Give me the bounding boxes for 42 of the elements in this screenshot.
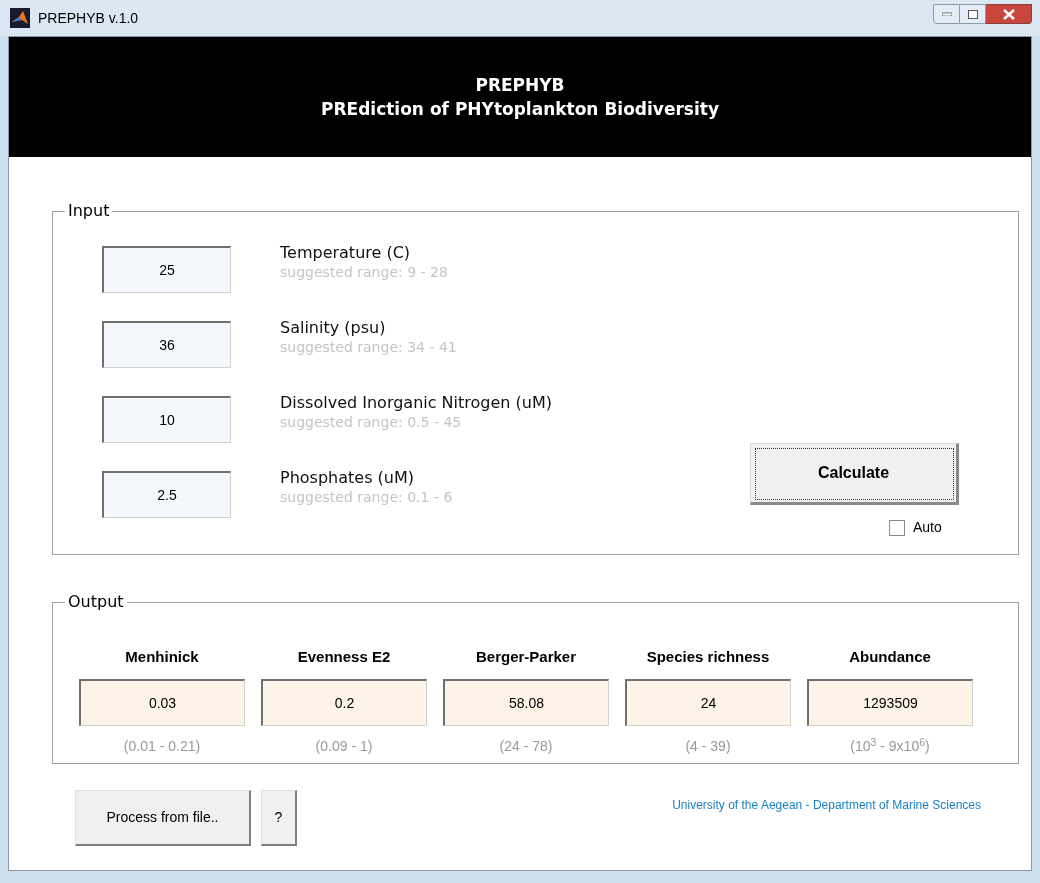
close-icon	[1002, 8, 1015, 20]
range-text: (24 - 78)	[499, 737, 553, 756]
range-text: (10$^{3}$ - 9x10$^{6}$)	[850, 736, 930, 756]
range-hint: suggested range: 0.5 - 45	[280, 414, 463, 430]
output-field: 0.03	[79, 679, 245, 726]
app-title: PREPHYB	[475, 74, 565, 97]
app-icon	[10, 8, 30, 28]
window-title: PREPHYB v.1.0	[38, 8, 139, 28]
range-text: (0.01 - 0.21)	[123, 737, 201, 756]
minimize-icon	[941, 12, 952, 16]
input-field[interactable]: 36	[102, 321, 231, 368]
maximize-icon	[967, 9, 978, 19]
range-text: (0.09 - 1)	[315, 737, 373, 756]
field-label: Temperature (C)	[280, 242, 412, 264]
output-field: 0.2	[261, 679, 427, 726]
app-subtitle: PREdiction of PHYtoplankton Biodiversity	[321, 98, 719, 121]
auto-checkbox[interactable]	[889, 519, 905, 536]
column-heading: Abundance	[849, 647, 931, 667]
range-hint: suggested range: 34 - 41	[280, 339, 457, 355]
process-file-button[interactable]: Process from file..	[75, 790, 251, 846]
output-field: 24	[625, 679, 791, 726]
column-heading: Evenness E2	[297, 647, 391, 667]
output-field: 58.08	[443, 679, 609, 726]
column-heading: Berger-Parker	[475, 647, 577, 667]
column-heading: Species richness	[646, 647, 770, 667]
range-text: (4 - 39)	[685, 737, 731, 756]
output-field: 1293509	[807, 679, 973, 726]
credit-link[interactable]: University of the Aegean - Department of Marine Sciences	[672, 796, 981, 814]
field-label: Dissolved Inorganic Nitrogen (uM)	[280, 392, 552, 414]
range-hint: suggested range: 9 - 28	[280, 264, 448, 280]
column-heading: Menhinick	[125, 647, 199, 667]
close-button[interactable]	[986, 4, 1032, 24]
auto-label: Auto	[913, 518, 942, 537]
calculate-button[interactable]: Calculate	[750, 443, 959, 505]
field-label: Salinity (psu)	[280, 317, 387, 339]
field-label: Phosphates (uM)	[280, 467, 415, 489]
maximize-button[interactable]	[960, 4, 986, 24]
input-field[interactable]: 10	[102, 396, 231, 443]
input-field[interactable]: 25	[102, 246, 231, 293]
input-field[interactable]: 2.5	[102, 471, 231, 518]
range-hint: suggested range: 0.1 - 6	[280, 489, 453, 505]
help-button[interactable]: ?	[261, 790, 297, 846]
